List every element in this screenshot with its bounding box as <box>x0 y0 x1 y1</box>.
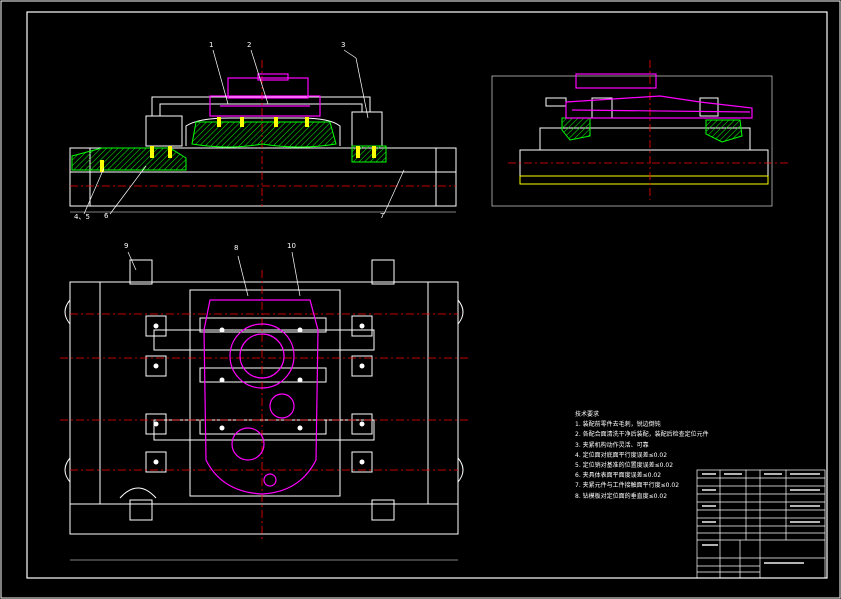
leader-lines-top <box>127 251 301 297</box>
callout-3: 3 <box>341 41 346 49</box>
callout-8: 8 <box>234 244 239 252</box>
callout-6: 6 <box>104 212 109 220</box>
note-item: 1. 装配前零件去毛刺，锐边倒钝 <box>575 421 661 429</box>
note-item: 4. 定位面对底面平行度误差≤0.02 <box>575 451 668 459</box>
note-item: 6. 夹具体表面平面度误差≤0.02 <box>575 472 662 480</box>
section-hatch-center <box>191 121 337 148</box>
title-block <box>696 469 826 579</box>
outer-border <box>0 0 841 599</box>
side-view <box>491 60 790 207</box>
callout-10: 10 <box>287 242 296 250</box>
note-item: 7. 夹紧元件与工件接触面平行度≤0.02 <box>575 482 680 490</box>
top-view <box>60 259 470 561</box>
side-hatch-left <box>561 117 591 141</box>
note-item: 8. 钻模板对定位面的垂直度≤0.02 <box>575 492 668 500</box>
callout-1: 1 <box>209 41 214 49</box>
callout-2: 2 <box>247 41 252 49</box>
bolt-heads-top <box>153 323 365 465</box>
notes-heading: 技术要求 <box>575 411 600 418</box>
note-item: 5. 定位销对基准的位置度误差≤0.02 <box>575 461 674 469</box>
callout-4-5: 4、5 <box>74 213 90 221</box>
note-item: 3. 夹紧机构动作灵活、可靠 <box>575 441 649 449</box>
note-item: 2. 各配合面清洗干净后装配，装配后检查定位元件 <box>575 431 709 439</box>
workpiece-side <box>565 73 753 119</box>
callout-9: 9 <box>124 242 129 250</box>
callout-7: 7 <box>380 212 385 220</box>
side-hatch-right <box>705 119 743 143</box>
technical-requirements: 技术要求 1. 装配前零件去毛刺，锐边倒钝 2. 各配合面清洗干净后装配，装配后… <box>575 410 709 502</box>
cad-drawing-canvas <box>0 0 841 599</box>
